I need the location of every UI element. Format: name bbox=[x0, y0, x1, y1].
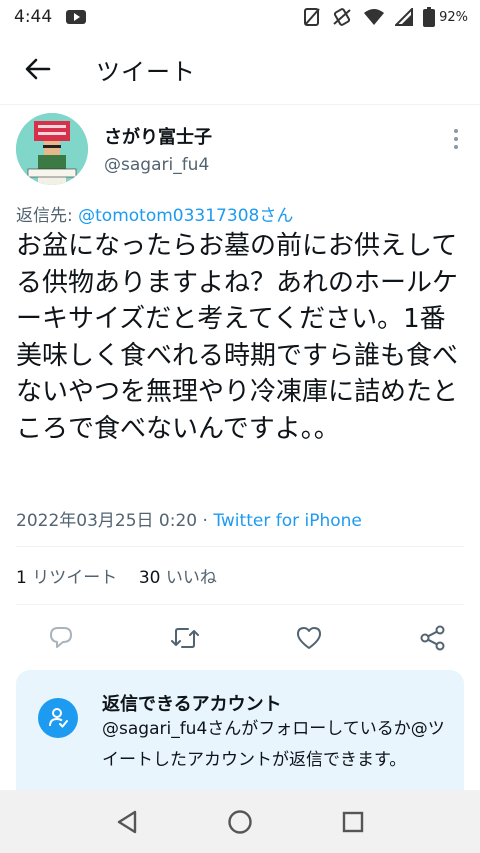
system-nav-bar bbox=[0, 790, 480, 853]
wifi-icon bbox=[364, 9, 385, 25]
reply-to-line: 返信先: @tomotom03317308さん bbox=[16, 201, 293, 226]
arrow-left-icon bbox=[25, 58, 51, 80]
reply-to-mention[interactable]: @tomotom03317308さん bbox=[78, 206, 293, 226]
page-title: ツイート bbox=[96, 57, 196, 86]
tweet-actions bbox=[16, 618, 464, 658]
share-icon bbox=[420, 625, 445, 651]
card-title: 返信できるアカウント bbox=[102, 694, 282, 715]
divider bbox=[16, 546, 464, 547]
nav-home-button[interactable] bbox=[220, 802, 260, 842]
retweet-button[interactable] bbox=[170, 623, 200, 653]
meta-separator: · bbox=[197, 511, 214, 531]
user-check-icon bbox=[49, 708, 68, 728]
nav-recents-button[interactable] bbox=[333, 802, 373, 842]
retweet-stat[interactable]: 1 リツイート bbox=[16, 568, 117, 588]
battery-percent: 92% bbox=[439, 9, 468, 25]
battery-icon bbox=[423, 7, 436, 27]
card-icon bbox=[38, 698, 78, 738]
reply-button[interactable] bbox=[46, 623, 76, 653]
app-header: ツイート bbox=[0, 34, 480, 104]
retweet-icon bbox=[171, 628, 199, 648]
card-body: @sagari_fu4さんがフォローしているか@ツイートしたアカウントが返信でき… bbox=[102, 719, 445, 770]
no-sim-icon bbox=[304, 8, 320, 26]
status-time: 4:44 bbox=[14, 7, 53, 27]
share-button[interactable] bbox=[418, 623, 448, 653]
triangle-back-icon bbox=[117, 810, 136, 833]
tweet-author: さがり富士子 @sagari_fu4 bbox=[16, 113, 466, 193]
avatar-illustration bbox=[16, 113, 88, 185]
vibrate-icon bbox=[333, 8, 351, 26]
reply-to-prefix: 返信先: bbox=[16, 206, 79, 226]
tweet-meta: 2022年03月25日 0:20 · Twitter for iPhone bbox=[16, 506, 362, 531]
more-options-icon[interactable] bbox=[450, 127, 462, 151]
nav-back-button[interactable] bbox=[107, 802, 147, 842]
status-icons: 92% bbox=[303, 7, 468, 27]
youtube-icon bbox=[66, 10, 87, 24]
status-bar: 4:44 92% bbox=[0, 0, 480, 34]
retweet-count: 1 bbox=[16, 568, 27, 588]
divider bbox=[16, 604, 464, 605]
tweet-timestamp[interactable]: 2022年03月25日 0:20 bbox=[16, 511, 197, 531]
back-button[interactable] bbox=[18, 49, 58, 89]
like-icon bbox=[297, 627, 321, 649]
circle-home-icon bbox=[228, 809, 252, 834]
reply-restriction-card: 返信できるアカウント @sagari_fu4さんがフォローしているか@ツイートし… bbox=[16, 670, 464, 810]
square-recents-icon bbox=[343, 811, 364, 832]
author-name[interactable]: さがり富士子 bbox=[104, 123, 212, 149]
header-divider bbox=[0, 104, 480, 105]
retweet-label: リツイート bbox=[32, 568, 118, 588]
signal-icon bbox=[395, 8, 414, 26]
like-label: いいね bbox=[165, 568, 217, 588]
tweet-stats: 1 リツイート 30 いいね bbox=[16, 563, 217, 588]
tweet-text: お盆になったらお墓の前にお供えしてる供物ありますよね？あれのホールケーキサイズだ… bbox=[16, 231, 459, 444]
author-handle[interactable]: @sagari_fu4 bbox=[104, 155, 209, 175]
reply-icon bbox=[50, 627, 72, 648]
tweet-source[interactable]: Twitter for iPhone bbox=[213, 511, 362, 531]
like-stat[interactable]: 30 いいね bbox=[139, 568, 217, 588]
like-count: 30 bbox=[138, 568, 161, 588]
like-button[interactable] bbox=[294, 623, 324, 653]
avatar[interactable] bbox=[16, 113, 88, 185]
